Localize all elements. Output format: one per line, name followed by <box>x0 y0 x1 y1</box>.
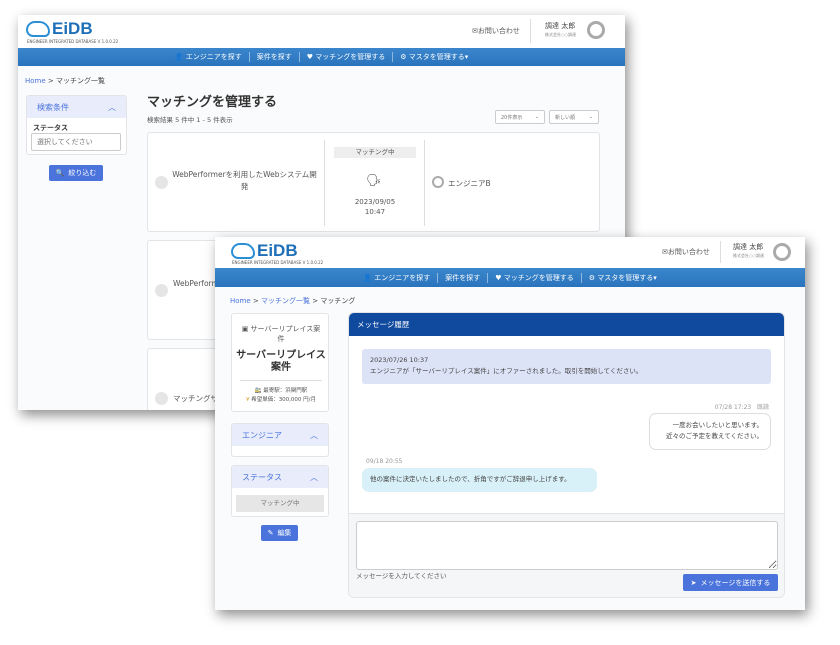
nav-master[interactable]: ⚙ マスタを管理する▾ <box>393 52 475 62</box>
paper-plane-icon: ➤ <box>690 578 697 587</box>
nav-engineers[interactable]: 👤 エンジニアを探す <box>168 52 250 62</box>
user-name: 調達 太郎 <box>733 243 764 251</box>
sent-meta: 07/28 17:23 既読 <box>714 404 769 411</box>
user-name: 調達 太郎 <box>545 22 576 30</box>
engineer-avatar-icon <box>432 176 444 188</box>
breadcrumb: Home > マッチング一覧 > マッチング <box>230 297 356 305</box>
chevron-up-icon: ︿ <box>310 472 318 482</box>
search-icon: 🔍 <box>55 169 65 177</box>
per-page-select[interactable]: 20件表示 ⌄ <box>495 110 545 124</box>
logo[interactable]: EiDB <box>231 242 298 259</box>
matching-detail-window: EiDB ENGINEER INTEGRATED DATABASE V 1.0.… <box>215 237 805 610</box>
header: EiDB ENGINEER INTEGRATED DATABASE V 1.0.… <box>18 15 625 48</box>
avatar[interactable] <box>773 243 791 261</box>
breadcrumb: Home > マッチング一覧 <box>25 77 105 85</box>
header: EiDB ENGINEER INTEGRATED DATABASE V 1.0.… <box>215 237 805 268</box>
received-meta: 09/18 20:55 <box>366 458 403 465</box>
divider <box>424 140 425 226</box>
user-company: 株式会社○○調達 <box>545 32 576 37</box>
pencil-icon: ✎ <box>267 529 274 537</box>
message-panel: メッセージ履歴 2023/07/26 10:37 エンジニアが「サーバーリプレイス… <box>348 312 785 598</box>
status-badge: マッチング中 <box>334 147 416 158</box>
edit-button[interactable]: ✎ 編集 <box>261 525 298 541</box>
cloud-logo-icon <box>26 21 50 37</box>
avatar[interactable] <box>587 21 605 39</box>
engineer-panel: エンジニア ︿ <box>231 423 329 457</box>
status-value: マッチング中 <box>236 495 324 512</box>
cloud-logo-icon <box>231 243 255 259</box>
thumbnail-icon <box>155 284 168 297</box>
message-panel-title: メッセージ履歴 <box>349 313 784 336</box>
engineer-panel-header[interactable]: エンジニア ︿ <box>232 424 328 446</box>
breadcrumb-current: マッチング <box>320 297 356 305</box>
card-title[interactable]: マッチングサ <box>173 393 218 404</box>
page-title: マッチングを管理する <box>147 95 278 110</box>
yen-icon: ¥ <box>245 397 250 403</box>
chevron-up-icon: ︿ <box>310 430 318 440</box>
card-title[interactable]: WebPerform <box>173 279 219 288</box>
matching-card[interactable]: WebPerformerを利用したWebシステム開発 マッチング中 🗣 2023… <box>147 132 600 232</box>
logo-text: EiDB <box>257 241 298 260</box>
user-company: 株式会社○○調達 <box>733 253 764 258</box>
send-message-button[interactable]: ➤ メッセージを送信する <box>683 574 778 591</box>
nav-master[interactable]: ⚙ マスタを管理する▾ <box>582 273 664 283</box>
logo-text: EiDB <box>52 19 93 38</box>
thumbnail-icon <box>155 392 168 405</box>
status-select[interactable]: 選択してください <box>31 133 121 151</box>
result-count: 検索結果 5 件中 1 - 5 件表示 <box>147 116 233 124</box>
status-label: ステータス <box>33 124 68 132</box>
divider <box>240 380 322 381</box>
logo-subtitle: ENGINEER INTEGRATED DATABASE V 1.0.0.22 <box>27 39 119 44</box>
system-message: 2023/07/26 10:37 エンジニアが「サーバーリプレイス案件」にオファー… <box>362 349 771 384</box>
contact-link[interactable]: ✉お問い合わせ <box>662 247 710 257</box>
chevron-up-icon: ︿ <box>108 102 116 112</box>
breadcrumb-home[interactable]: Home <box>230 297 251 305</box>
filter-panel: 検索条件 ︿ ステータス 選択してください <box>26 95 127 155</box>
train-icon: 🚉 <box>254 388 262 394</box>
engineer-name[interactable]: エンジニアB <box>448 178 491 189</box>
nav-projects[interactable]: 案件を探す <box>250 52 300 62</box>
filter-button[interactable]: 🔍 絞り込む <box>49 165 103 181</box>
main-nav: 👤 エンジニアを探す 案件を探す ♥ マッチングを管理する ⚙ マスタを管理する… <box>18 48 625 66</box>
project-image-alt: ▣ サーバーリプレイス案件 <box>241 325 321 343</box>
speaking-person-icon: 🗣 <box>366 173 382 187</box>
nav-matching[interactable]: ♥ マッチングを管理する <box>488 272 582 283</box>
card-title[interactable]: WebPerformerを利用したWebシステム開発 <box>172 169 317 193</box>
breadcrumb-home[interactable]: Home <box>25 77 46 85</box>
filter-header[interactable]: 検索条件 ︿ <box>27 96 126 118</box>
project-info: 🚉 最寄駅：浜関門駅 ¥ 希望単価：300,000 円/月 <box>245 388 317 403</box>
message-input-label: メッセージを入力してください <box>356 572 447 580</box>
nav-matching[interactable]: ♥ マッチングを管理する <box>300 52 394 62</box>
received-message: 他の案件に決定いたしましたので、折角ですがご辞退申し上げます。 <box>362 468 597 492</box>
sort-select[interactable]: 新しい順 ⌄ <box>549 110 599 124</box>
thumbnail-icon <box>155 176 168 189</box>
breadcrumb-list[interactable]: マッチング一覧 <box>261 297 310 305</box>
project-card: ▣ サーバーリプレイス案件 サーバーリプレイス案件 🚉 最寄駅：浜関門駅 ¥ 希望… <box>231 313 329 412</box>
status-panel: ステータス ︿ マッチング中 <box>231 465 329 517</box>
nav-engineers[interactable]: 👤 エンジニアを探す <box>356 272 439 283</box>
sent-message: 一度お会いしたいと思います。 近々のご予定を教えてください。 <box>649 413 771 450</box>
main-nav: 👤 エンジニアを探す 案件を探す ♥ マッチングを管理する ⚙ マスタを管理する… <box>215 268 805 287</box>
nav-projects[interactable]: 案件を探す <box>438 272 489 283</box>
breadcrumb-current: マッチング一覧 <box>56 77 105 85</box>
logo[interactable]: EiDB <box>26 20 93 37</box>
divider <box>324 140 325 226</box>
divider <box>720 241 721 263</box>
logo-subtitle: ENGINEER INTEGRATED DATABASE V 1.0.0.22 <box>232 260 324 265</box>
project-title[interactable]: サーバーリプレイス案件 <box>236 350 326 374</box>
message-textarea[interactable] <box>356 521 778 570</box>
message-input-area: メッセージを入力してください ➤ メッセージを送信する <box>349 513 784 597</box>
divider <box>530 19 531 43</box>
card-date: 2023/09/05 10:47 <box>354 198 396 216</box>
contact-link[interactable]: ✉お問い合わせ <box>472 26 520 36</box>
status-panel-header[interactable]: ステータス ︿ <box>232 466 328 488</box>
